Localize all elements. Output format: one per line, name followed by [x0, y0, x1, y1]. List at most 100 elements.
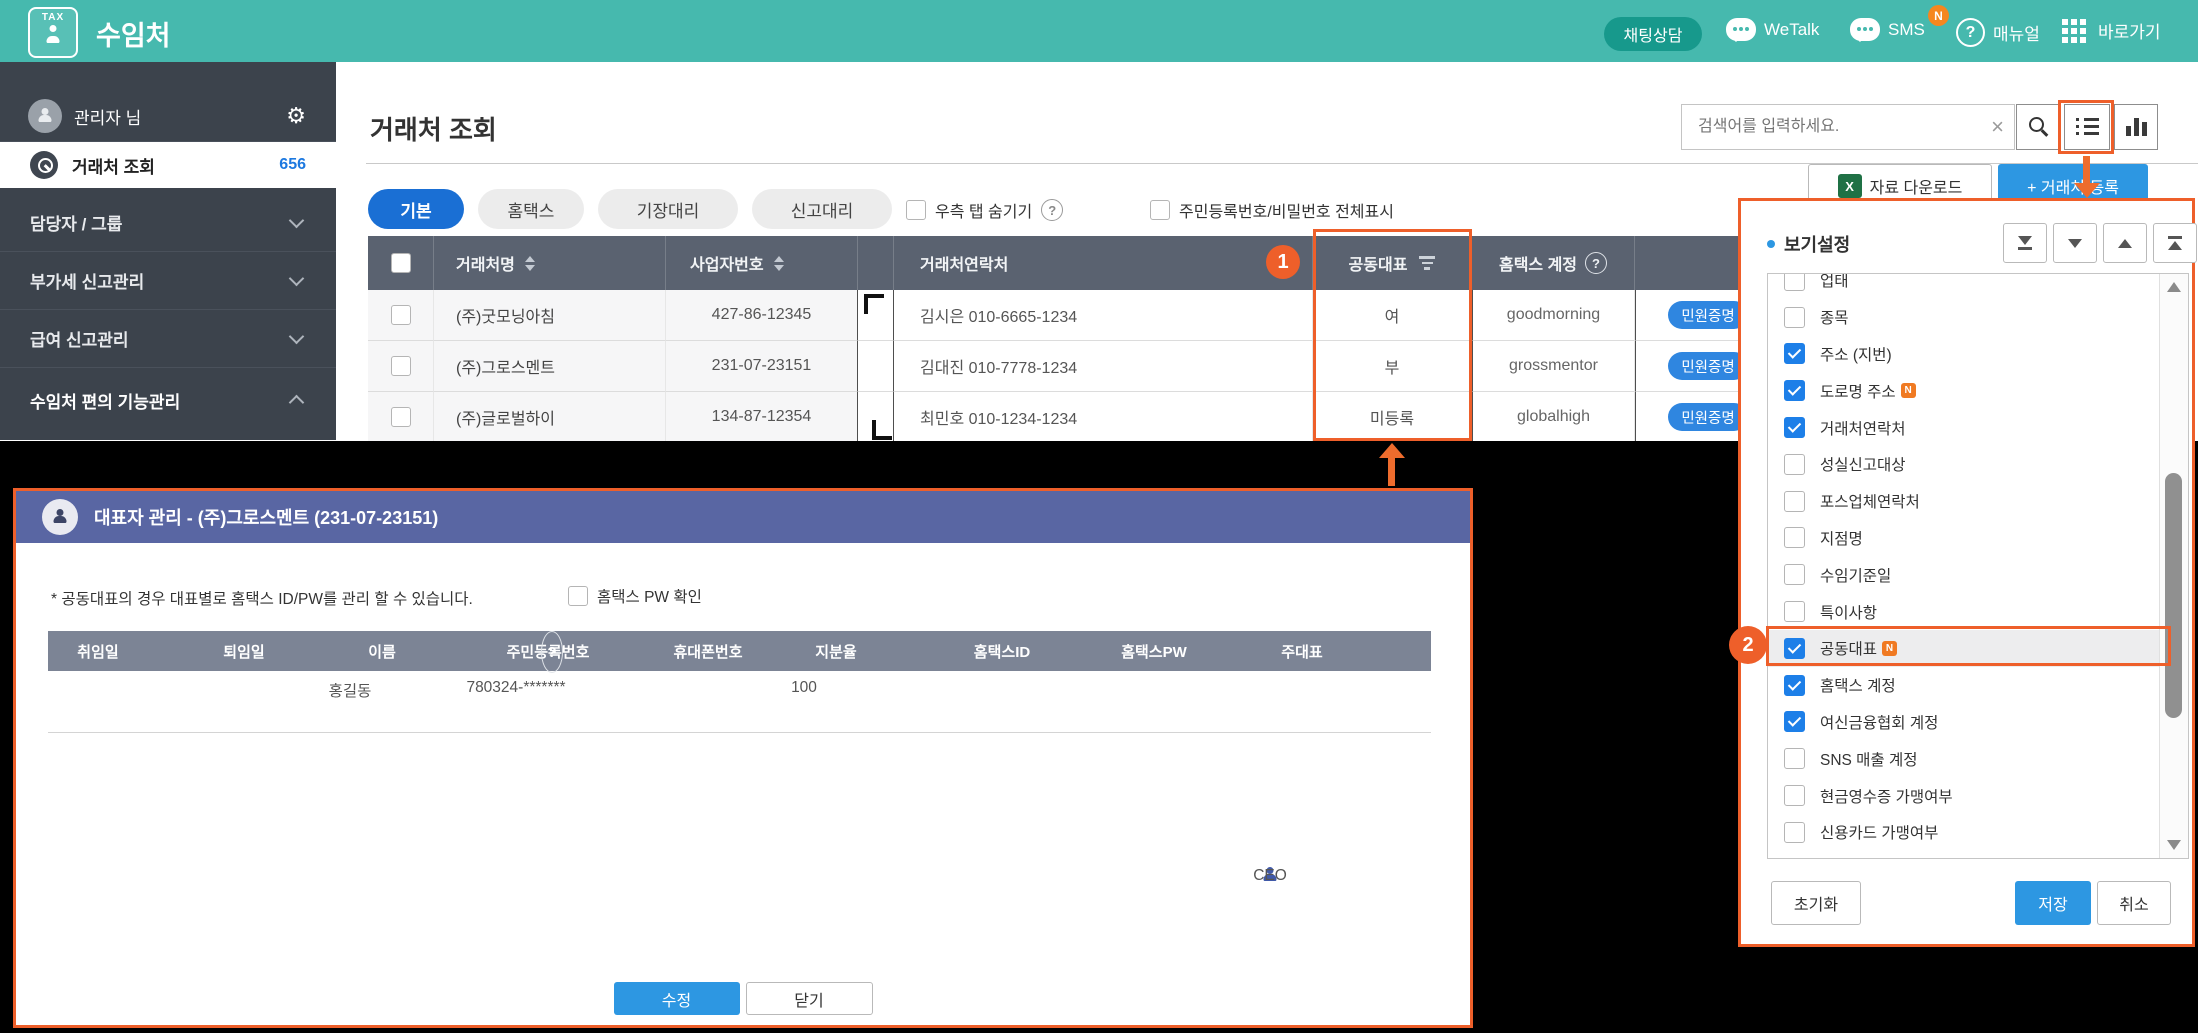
chart-view-button[interactable] [2114, 104, 2158, 150]
list-item[interactable]: 도로명 주소 N [1768, 372, 2160, 409]
sidebar-item-vat[interactable]: 부가세 신고관리 [0, 252, 336, 309]
list-item[interactable]: 신용카드 가맹여부 [1768, 814, 2160, 851]
question-circle-icon[interactable]: ? [1041, 199, 1064, 221]
list-item[interactable]: 수임기준일 [1768, 556, 2160, 593]
list-item[interactable]: 성실신고대상 [1768, 446, 2160, 483]
tab-hometax[interactable]: 홈택스 [478, 189, 584, 229]
hometax-pw-checkbox[interactable]: 홈택스 PW 확인 [568, 585, 702, 607]
list-item[interactable]: 거래처연락처 [1768, 409, 2160, 446]
hometax-cell: goodmorning [1472, 290, 1635, 341]
checkbox-icon[interactable] [1784, 785, 1805, 807]
user-avatar-icon [28, 99, 62, 133]
select-all-checkbox[interactable] [390, 253, 411, 273]
tab-basic[interactable]: 기본 [368, 189, 464, 229]
list-item[interactable]: SNS 매출 계정 [1768, 740, 2160, 777]
list-item[interactable]: 홈택스 계정 [1768, 667, 2160, 704]
scroll-up-icon[interactable] [2167, 282, 2181, 292]
sidebar-item-client-search[interactable]: 거래처 조회 656 [0, 142, 336, 188]
sort-icon[interactable] [773, 255, 784, 271]
column-checklist: 업태 종목 주소 (지번) 도로명 주소 N 거래처연락처 성실신고대상 포스업체… [1767, 273, 2189, 859]
checkbox-icon[interactable] [568, 586, 588, 606]
checkbox-icon[interactable] [1784, 306, 1805, 328]
move-to-bottom-button[interactable] [2003, 223, 2047, 263]
question-circle-icon[interactable]: ? [541, 631, 563, 673]
cert-badge[interactable]: 민원증명 [1668, 301, 1748, 329]
shortcut-button[interactable]: 바로가기 [2062, 18, 2161, 43]
manual-label: 매뉴얼 [1993, 25, 2040, 44]
checkbox-icon[interactable] [1784, 453, 1805, 475]
cancel-button[interactable]: 취소 [2097, 881, 2171, 925]
checkbox-icon[interactable] [1784, 564, 1805, 586]
tab-bookkeeping[interactable]: 기장대리 [598, 189, 738, 229]
row-checkbox[interactable] [390, 407, 411, 427]
scroll-down-icon[interactable] [2167, 840, 2181, 850]
sidebar-active-count: 656 [279, 156, 306, 173]
sidebar-item-convenience[interactable]: 수임처 편의 기능관리 [0, 372, 336, 429]
checkbox-icon[interactable] [1784, 527, 1805, 549]
sidebar: 관리자 님 ⚙ 거래처 조회 656 담당자 / 그룹 부가세 신고관리 급여 … [0, 62, 336, 440]
list-item[interactable] [1768, 851, 2160, 858]
sidebar-item-managers[interactable]: 담당자 / 그룹 [0, 194, 336, 251]
row-select-cell [368, 392, 434, 443]
table-row[interactable]: (주)굿모닝아침 427-86-12345 김시은 010-6665-1234 … [368, 290, 1780, 341]
row-checkbox[interactable] [390, 356, 411, 376]
list-item[interactable]: 지점명 [1768, 520, 2160, 557]
chat-consult-button[interactable]: 채팅상담 [1604, 17, 1702, 51]
checkbox-icon[interactable] [1784, 490, 1805, 512]
list-item[interactable]: 업태 [1768, 274, 2160, 299]
checkbox-icon[interactable] [1784, 821, 1805, 843]
checkbox-icon[interactable] [906, 200, 926, 220]
col-header-biznum[interactable]: 사업자번호 [666, 236, 858, 290]
checkbox-icon[interactable] [1784, 711, 1805, 733]
list-item[interactable]: 특이사항 [1768, 593, 2160, 630]
sms-button[interactable]: SMS [1850, 18, 1925, 42]
edit-button[interactable]: 수정 [613, 982, 740, 1015]
close-button[interactable]: 닫기 [745, 982, 873, 1015]
col-share: 지분율 [815, 643, 857, 661]
row-checkbox[interactable] [390, 305, 411, 325]
checkbox-icon[interactable] [1150, 200, 1170, 220]
search-button[interactable] [2016, 104, 2060, 150]
checkbox-icon[interactable] [1784, 674, 1805, 696]
list-item[interactable]: 주소 (지번) [1768, 336, 2160, 373]
popup-note: * 공동대표의 경우 대표별로 홈택스 ID/PW를 관리 할 수 있습니다. [51, 591, 473, 608]
show-numbers-checkbox[interactable]: 주민등록번호/비밀번호 전체표시 [1150, 198, 1394, 222]
cert-badge[interactable]: 민원증명 [1668, 352, 1748, 380]
wetalk-label: WeTalk [1764, 19, 1820, 39]
checkbox-icon[interactable] [1784, 748, 1805, 770]
show-numbers-label: 주민등록번호/비밀번호 전체표시 [1179, 204, 1394, 221]
manual-button[interactable]: ? 매뉴얼 [1956, 18, 2040, 47]
move-up-button[interactable] [2103, 223, 2147, 263]
list-item[interactable]: 포스업체연락처 [1768, 483, 2160, 520]
sort-icon[interactable] [524, 255, 535, 271]
scrollbar[interactable] [2159, 274, 2188, 858]
wetalk-button[interactable]: WeTalk [1726, 18, 1820, 42]
sidebar-item-payroll[interactable]: 급여 신고관리 [0, 310, 336, 367]
hide-right-tab-checkbox[interactable]: 우측 탭 숨기기 ? [906, 198, 1064, 222]
checkbox-icon[interactable] [1784, 380, 1805, 402]
chevron-up-icon [288, 394, 305, 411]
clear-icon[interactable]: × [1991, 114, 2004, 140]
tab-reporting[interactable]: 신고대리 [752, 189, 892, 229]
checkbox-icon[interactable] [1784, 343, 1805, 365]
table-row[interactable]: (주)글로벌하이 134-87-12354 최민호 010-1234-1234 … [368, 392, 1780, 443]
scrollbar-thumb[interactable] [2165, 473, 2182, 718]
gear-icon[interactable]: ⚙ [286, 103, 306, 129]
checkbox-icon[interactable] [1784, 274, 1805, 291]
cert-badge[interactable]: 민원증명 [1668, 403, 1748, 431]
list-item[interactable]: 현금영수증 가맹여부 [1768, 777, 2160, 814]
list-item[interactable]: 여신금융협회 계정 [1768, 704, 2160, 741]
checkbox-icon[interactable] [1784, 601, 1805, 623]
excel-icon: X [1837, 174, 1862, 198]
row-divider [48, 732, 1431, 733]
move-to-top-button[interactable] [2153, 223, 2197, 263]
table-row[interactable]: (주)그로스멘트 231-07-23151 김대진 010-7778-1234 … [368, 341, 1780, 392]
reset-button[interactable]: 초기화 [1771, 881, 1861, 925]
col-header-name[interactable]: 거래처명 [434, 236, 666, 290]
list-item[interactable]: 종목 [1768, 299, 2160, 336]
question-circle-icon[interactable]: ? [1585, 252, 1608, 274]
move-down-button[interactable] [2053, 223, 2097, 263]
search-input[interactable] [1696, 117, 1982, 137]
save-button[interactable]: 저장 [2015, 881, 2091, 925]
checkbox-icon[interactable] [1784, 417, 1805, 439]
